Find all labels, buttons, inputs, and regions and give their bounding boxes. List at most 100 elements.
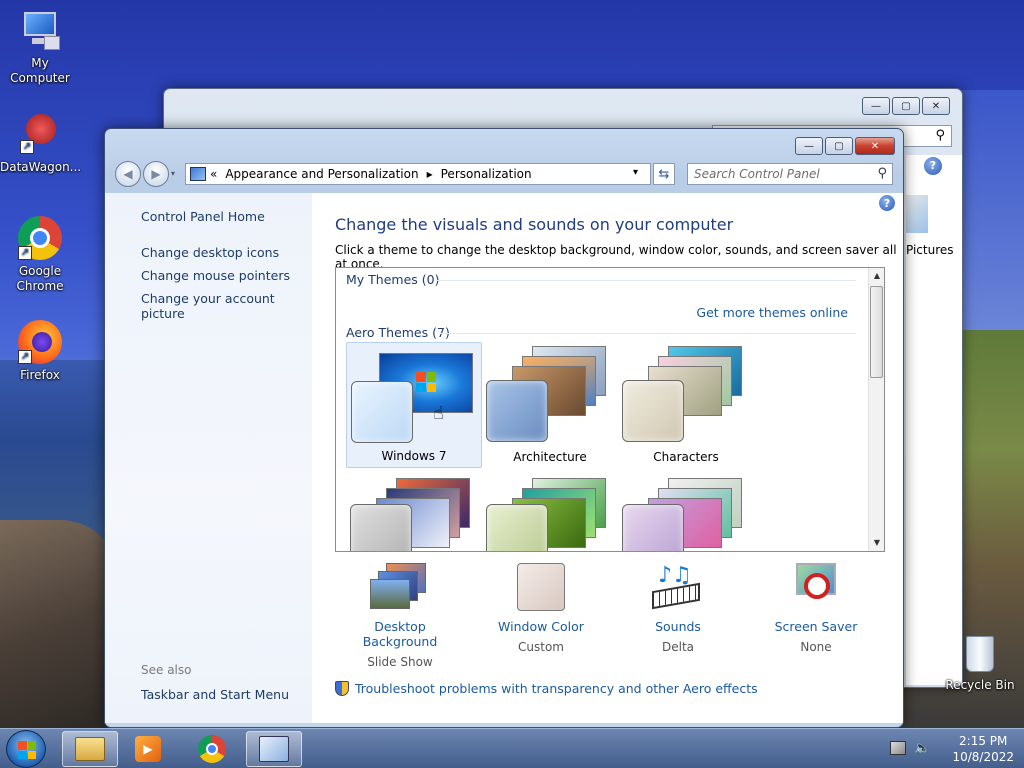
window-color-link[interactable]: Window Color	[476, 619, 606, 634]
window-color-swatch	[486, 380, 548, 442]
change-mouse-pointers-link[interactable]: Change mouse pointers	[141, 268, 290, 283]
page-title: Change the visuals and sounds on your co…	[335, 215, 734, 234]
taskbar-chrome[interactable]	[184, 731, 240, 767]
desktop-background-link[interactable]: Desktop Background	[335, 619, 465, 649]
recent-pages-chevron-icon[interactable]: ▾	[171, 169, 175, 178]
control-panel-home-link[interactable]: Control Panel Home	[141, 209, 265, 224]
divider	[440, 333, 856, 334]
desktop-icon-datawagon[interactable]: ↗ DataWagon...	[0, 112, 81, 175]
taskbar-start-menu-link[interactable]: Taskbar and Start Menu	[141, 687, 289, 702]
theme-tile-scenes[interactable]	[618, 474, 754, 551]
help-icon[interactable]: ?	[879, 195, 895, 211]
minimize-button[interactable]: —	[862, 97, 890, 115]
theme-tile-windows-7[interactable]: ☝ Windows 7	[346, 342, 482, 468]
see-also-heading: See also	[141, 663, 192, 677]
refresh-button[interactable]: ⇆	[653, 163, 675, 185]
clock[interactable]: 2:15 PM 10/8/2022	[952, 733, 1014, 765]
scroll-down-icon[interactable]: ▼	[869, 535, 884, 551]
screen-saver-item[interactable]: Screen Saver None	[751, 563, 881, 654]
address-bar[interactable]: « Appearance and Personalization ▸ Perso…	[185, 163, 651, 185]
start-button[interactable]	[6, 730, 46, 768]
taskbar: ▶ 🔈 2:15 PM 10/8/2022	[0, 728, 1024, 768]
desktop-icon-label: Recycle Bin	[945, 678, 1015, 692]
windows-logo-icon	[18, 741, 36, 759]
my-themes-heading: My Themes (0)	[346, 272, 440, 287]
taskbar-control-panel[interactable]	[246, 731, 302, 767]
navigation-bar: ◀ ▶ ▾ « Appearance and Personalization ▸…	[113, 161, 897, 187]
control-panel-icon	[259, 736, 289, 762]
breadcrumb-personalization[interactable]: Personalization	[441, 167, 532, 181]
breadcrumb-appearance[interactable]: Appearance and Personalization	[225, 167, 418, 181]
desktop-icon-chrome[interactable]: ↗ Google Chrome	[0, 216, 80, 294]
theme-settings-row: Desktop Background Slide Show Window Col…	[335, 563, 885, 673]
window-color-item[interactable]: Window Color Custom	[476, 563, 606, 654]
pictures-folder-icon	[906, 195, 928, 233]
desktop-background-value: Slide Show	[367, 655, 433, 669]
forward-button[interactable]: ▶	[143, 161, 169, 187]
theme-label: Windows 7	[381, 449, 447, 463]
desktop-icon-recycle-bin[interactable]: Recycle Bin	[940, 632, 1020, 693]
personalization-window[interactable]: — ▢ ✕ ◀ ▶ ▾ « Appearance and Personaliza…	[104, 128, 904, 728]
desktop-wallpaper-rocks	[0, 520, 120, 730]
get-more-themes-link[interactable]: Get more themes online	[696, 305, 848, 320]
sounds-item[interactable]: ♪♫ Sounds Delta	[613, 563, 743, 654]
chrome-icon: ↗	[18, 216, 62, 260]
search-placeholder: Search Control Panel	[694, 167, 820, 181]
breadcrumb-separator-icon[interactable]: ▸	[427, 167, 433, 181]
screen-saver-icon	[786, 563, 846, 613]
close-button[interactable]: ✕	[855, 137, 895, 155]
computer-icon	[18, 8, 62, 52]
window-color-value: Custom	[518, 640, 564, 654]
theme-tile-architecture[interactable]: Architecture	[482, 342, 618, 468]
back-button[interactable]: ◀	[115, 161, 141, 187]
taskbar-media-player[interactable]: ▶	[120, 731, 176, 767]
minimize-button[interactable]: —	[795, 137, 823, 155]
troubleshoot-link[interactable]: Troubleshoot problems with transparency …	[335, 681, 758, 696]
theme-tile-landscapes[interactable]	[346, 474, 482, 551]
window-color-swatch	[486, 504, 548, 551]
theme-list[interactable]: My Themes (0) Get more themes online Aer…	[335, 267, 885, 552]
media-player-icon: ▶	[135, 736, 161, 762]
window-color-swatch	[350, 504, 412, 551]
theme-list-scrollbar[interactable]: ▲ ▼	[868, 268, 884, 551]
scroll-up-icon[interactable]: ▲	[869, 268, 884, 284]
network-icon[interactable]	[890, 741, 906, 755]
change-account-picture-link[interactable]: Change your account picture	[141, 291, 312, 321]
recycle-bin-icon	[964, 632, 996, 674]
desktop-icon-my-computer[interactable]: My Computer	[0, 8, 80, 86]
troubleshoot-label[interactable]: Troubleshoot problems with transparency …	[355, 681, 758, 696]
address-overflow-chevron[interactable]: «	[210, 167, 217, 181]
scrollbar-thumb[interactable]	[870, 286, 883, 378]
refresh-icon: ⇆	[658, 166, 670, 182]
theme-tile-nature[interactable]	[482, 474, 618, 551]
maximize-button[interactable]: ▢	[825, 137, 853, 155]
theme-tile-characters[interactable]: Characters	[618, 342, 754, 468]
shield-icon	[335, 681, 349, 696]
taskbar-explorer[interactable]	[62, 731, 118, 767]
volume-icon[interactable]: 🔈	[914, 741, 930, 756]
background-window-pane: Pictures	[906, 155, 962, 685]
change-desktop-icons-link[interactable]: Change desktop icons	[141, 245, 279, 260]
desktop-background-item[interactable]: Desktop Background Slide Show	[335, 563, 465, 669]
desktop-icon-label: Google Chrome	[16, 264, 64, 293]
window-color-icon	[511, 563, 571, 613]
screen-saver-link[interactable]: Screen Saver	[751, 619, 881, 634]
firefox-icon: ↗	[18, 320, 62, 364]
sounds-value: Delta	[661, 640, 694, 654]
window-color-swatch	[622, 380, 684, 442]
maximize-button[interactable]: ▢	[892, 97, 920, 115]
desktop-icon-firefox[interactable]: ↗ Firefox	[0, 320, 80, 383]
pictures-label[interactable]: Pictures	[906, 243, 954, 257]
windows-logo-icon	[416, 372, 436, 392]
back-arrow-icon: ◀	[123, 167, 133, 181]
search-icon[interactable]: ⚲	[877, 166, 887, 181]
sounds-icon: ♪♫	[648, 563, 708, 613]
close-button[interactable]: ✕	[922, 97, 950, 115]
address-dropdown-icon[interactable]: ▾	[633, 167, 638, 178]
main-content: ? Change the visuals and sounds on your …	[312, 193, 903, 723]
search-input[interactable]: Search Control Panel ⚲	[687, 163, 893, 185]
aero-themes-heading: Aero Themes (7)	[346, 325, 450, 340]
window-color-swatch	[622, 504, 684, 551]
sounds-link[interactable]: Sounds	[613, 619, 743, 634]
help-icon[interactable]: ?	[924, 157, 942, 175]
